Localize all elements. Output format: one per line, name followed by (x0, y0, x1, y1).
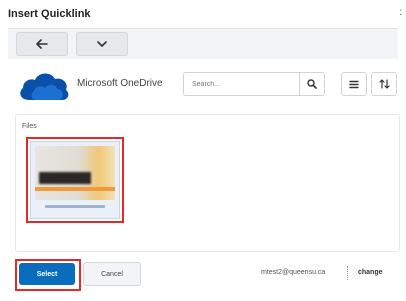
onedrive-cloud-icon (20, 73, 69, 100)
account-email: mtest2@queensu.ca (261, 269, 326, 276)
provider-name: Microsoft OneDrive (77, 78, 163, 89)
search-box (183, 72, 325, 96)
back-button[interactable] (16, 32, 68, 56)
cancel-button[interactable]: Cancel (83, 262, 141, 286)
toolbar (8, 28, 398, 59)
sort-icon (378, 79, 390, 89)
change-account-link[interactable]: change (358, 269, 383, 276)
location-dropdown-button[interactable] (76, 32, 128, 56)
search-icon (307, 79, 317, 89)
sort-button[interactable] (371, 72, 397, 96)
files-label: Files (22, 123, 37, 130)
file-preview-image (35, 146, 115, 200)
search-button[interactable] (299, 73, 324, 95)
file-thumbnail[interactable] (30, 141, 120, 219)
footer-separator (347, 266, 348, 280)
select-button-highlight: Select (15, 259, 81, 291)
files-panel: Files (15, 114, 400, 252)
preview-orange-stripe (35, 187, 115, 191)
list-icon (349, 80, 359, 88)
search-input[interactable] (190, 76, 294, 92)
preview-dark-band (39, 172, 91, 184)
file-name-blurred (45, 205, 105, 208)
provider-header: Microsoft OneDrive (15, 64, 398, 108)
view-menu-button[interactable] (341, 72, 367, 96)
chevron-down-icon (97, 41, 107, 47)
select-button[interactable]: Select (19, 263, 75, 285)
dialog-footer: Select Cancel mtest2@queensu.ca change (15, 258, 398, 291)
selected-file-highlight (26, 137, 124, 223)
close-button[interactable]: : (399, 7, 402, 18)
dialog-title: Insert Quicklink (8, 8, 91, 20)
arrow-left-icon (36, 39, 48, 49)
